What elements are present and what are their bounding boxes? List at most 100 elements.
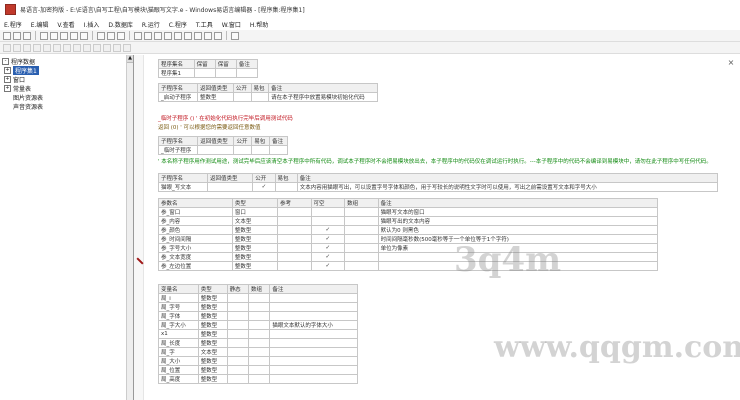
param-name[interactable]: 参_文本宽度 [158,252,233,262]
var-type[interactable]: 整数型 [197,365,228,375]
table-row[interactable]: 参_文本宽度 整数型 ✓ [158,252,659,262]
align-left-icon[interactable] [3,43,11,52]
param-optional[interactable]: ✓ [310,243,346,253]
menu-program[interactable]: E.程序 [4,20,22,29]
param-array[interactable] [344,207,379,217]
table-cell[interactable] [251,145,271,155]
var-note[interactable] [269,356,358,366]
var-name[interactable]: 局_字体 [158,311,199,321]
var-note[interactable] [269,293,358,303]
param-note[interactable]: 猫眼写出的文本内容 [377,216,659,226]
var-array[interactable] [247,311,271,321]
save-icon[interactable] [23,31,31,40]
pause-icon[interactable] [144,31,152,40]
var-array[interactable] [247,329,271,339]
var-note[interactable] [269,365,358,375]
var-name[interactable]: 局_字 [158,347,199,357]
center-h-icon[interactable] [103,43,111,52]
var-type[interactable]: 整数型 [197,356,228,366]
var-static[interactable] [226,338,249,348]
table-cell[interactable] [193,68,216,78]
param-optional[interactable] [310,207,346,217]
var-type[interactable]: 整数型 [197,320,228,330]
table-row[interactable]: 局_字大小 整数型 猫眼文本默认的字体大小 [158,320,358,330]
tree-item-sounds[interactable]: 声音资源表 [13,102,43,111]
menu-help[interactable]: H.帮助 [250,20,268,29]
var-note[interactable] [269,347,358,357]
close-document-icon[interactable]: × [726,58,736,68]
sub-name[interactable]: _临时子程序 [157,145,199,155]
var-note[interactable] [269,311,358,321]
same-height-icon[interactable] [63,43,71,52]
param-type[interactable]: 窗口 [231,207,278,217]
param-type[interactable]: 整数型 [231,261,278,271]
table-row[interactable]: 局_字号 整数型 [158,302,358,312]
param-optional[interactable]: ✓ [310,234,346,244]
var-array[interactable] [247,338,271,348]
tree-scrollbar[interactable]: ▲ [126,55,133,400]
sub-name[interactable]: _启动子程序 [158,92,198,102]
param-ref[interactable] [276,225,312,235]
table-row[interactable]: 局_大小 整数型 [158,356,358,366]
param-ref[interactable] [276,234,312,244]
var-static[interactable] [226,329,249,339]
param-optional[interactable]: ✓ [310,252,346,262]
param-array[interactable] [344,261,379,271]
tree-item-assembly[interactable]: + 程序集1 [4,66,39,75]
menu-tools[interactable]: T.工具 [196,20,213,29]
breakpoint-icon[interactable] [194,31,202,40]
var-name[interactable]: 局_高度 [158,374,199,384]
h-spacing-icon[interactable] [83,43,91,52]
table-row[interactable]: 局_位置 整数型 [158,365,358,375]
param-array[interactable] [344,225,379,235]
table-row[interactable]: 局_字体 整数型 [158,311,358,321]
var-type[interactable]: 文本型 [197,347,228,357]
var-note[interactable] [269,302,358,312]
param-type[interactable]: 整数型 [231,252,278,262]
cut-icon[interactable] [40,31,48,40]
var-static[interactable] [226,347,249,357]
var-name[interactable]: x1 [158,329,199,339]
param-optional[interactable] [310,216,346,226]
align-center-icon[interactable] [43,43,51,52]
paste-icon[interactable] [60,31,68,40]
collapse-icon[interactable]: - [2,58,9,65]
var-static[interactable] [226,311,249,321]
table-cell[interactable] [232,92,252,102]
param-ref[interactable] [276,252,312,262]
var-static[interactable] [226,320,249,330]
table-cell[interactable] [250,92,270,102]
table-row[interactable]: 局_高度 整数型 [158,374,358,384]
param-name[interactable]: 参_字号大小 [158,243,233,253]
param-array[interactable] [344,243,379,253]
step-over-icon[interactable] [174,31,182,40]
param-name[interactable]: 参_窗口 [158,207,233,217]
var-static[interactable] [226,356,249,366]
var-array[interactable] [247,356,271,366]
stop-icon[interactable] [154,31,162,40]
same-size-icon[interactable] [73,43,81,52]
menu-insert[interactable]: I.插入 [84,20,100,29]
table-row[interactable]: 参_颜色 整数型 ✓ 默认为0 则黑色 [158,225,659,235]
code-comment-long[interactable]: ' 本名称子程序用作测试用途，测试完毕后应该清空本子程序中所有代码，调试本子程序… [158,157,728,165]
table-icon[interactable] [107,31,115,40]
var-name[interactable]: 局_i [158,293,199,303]
tree-item-program-data[interactable]: - 程序数据 [2,57,35,66]
table-cell[interactable] [207,182,254,192]
var-array[interactable] [247,347,271,357]
table-row[interactable]: x1 整数型 [158,329,358,339]
menu-window[interactable]: W.窗口 [222,20,241,29]
expand-icon[interactable]: + [4,76,11,83]
step-icon[interactable] [164,31,172,40]
param-type[interactable]: 整数型 [231,243,278,253]
sub-comment[interactable]: 文本内容用猫眼写出，可以设置字号字体和颜色，用于写较长的说明性文字时可以使用，写… [296,182,719,192]
var-type[interactable]: 整数型 [197,302,228,312]
tree-item-images[interactable]: 图片资源表 [13,93,43,102]
run-icon[interactable] [134,31,142,40]
grid-icon[interactable] [117,31,125,40]
table-row[interactable]: 参_左边位置 整数型 ✓ [158,261,659,271]
menu-run[interactable]: R.运行 [142,20,160,29]
menu-program2[interactable]: C.程序 [169,20,187,29]
align-top-icon[interactable] [23,43,31,52]
v-spacing-icon[interactable] [93,43,101,52]
